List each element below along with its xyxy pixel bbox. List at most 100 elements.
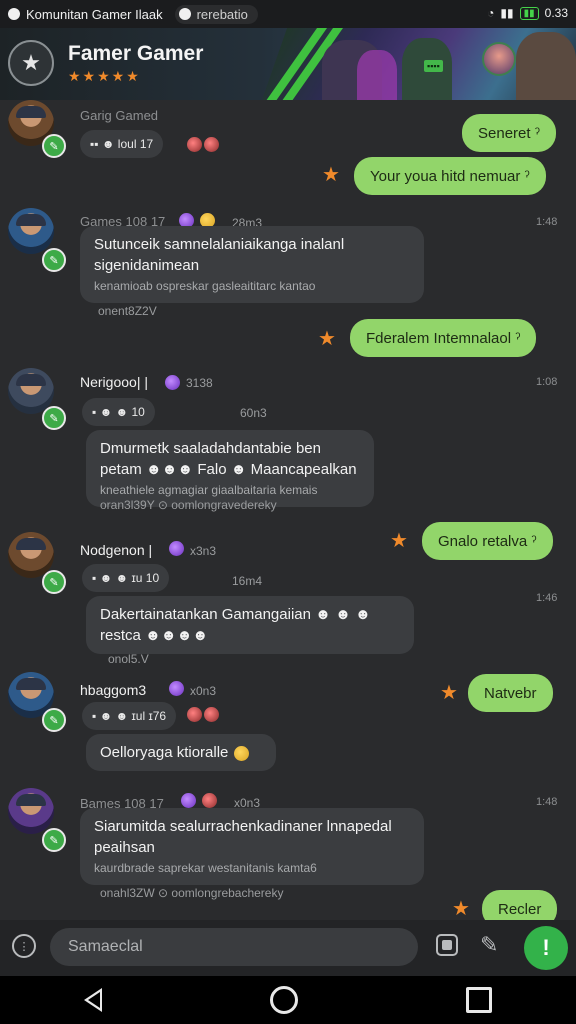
reaction-chip[interactable]: ▪ ☻ ☻ ɪu 10 — [82, 564, 170, 592]
reaction-emoji-icon — [204, 137, 219, 153]
message-input[interactable] — [50, 928, 418, 966]
reaction-emoji-icon — [187, 707, 202, 723]
notification-icon — [178, 8, 191, 20]
incoming-message[interactable]: Oelloryaga ktioralle — [86, 734, 276, 771]
pen-icon[interactable]: ✎ — [480, 932, 498, 958]
group-star-icon[interactable]: ★ — [8, 40, 54, 86]
message-composer: ⋮ ✎ ! — [0, 920, 576, 976]
reaction-emoji-icon — [233, 745, 249, 761]
incoming-message[interactable]: Siarumitda sealurrachenkadinaner lnnaped… — [80, 808, 424, 885]
chat-messages[interactable]: ✎ Garig Gamed ▪▪ ☻ loul 17 Seneret ˀ ★ Y… — [0, 100, 576, 928]
message-footer: oran3l39Y ⊙ oomlongravedereky — [100, 498, 277, 512]
banner-tag: ▪▪▪▪ — [424, 60, 443, 72]
chat-header: ★ Famer Gamer ★★★★★ ▪▪▪▪ — [0, 28, 576, 100]
status-pill-text: rerebatio — [196, 6, 248, 22]
reaction-emoji-icon — [204, 707, 219, 723]
online-badge-icon: ✎ — [42, 248, 66, 272]
message-text: Sutunceik samnelalaniaikanga inalanl sig… — [94, 236, 345, 274]
incoming-message[interactable]: Dakertainatankan Gamangaiian ☻ ☻ ☻ restc… — [86, 596, 414, 654]
header-banner: ▪▪▪▪ — [262, 28, 576, 100]
star-icon[interactable]: ★ — [390, 528, 408, 553]
online-badge-icon: ✎ — [42, 828, 66, 852]
reaction-emoji-icon — [181, 793, 196, 809]
message-footer: onent8Z2V — [98, 304, 157, 318]
message-subtext: kaurdbrade saprekar westanitanis kamta6 — [94, 861, 317, 875]
online-badge-icon: ✎ — [42, 406, 66, 430]
signal-icon: ▮▮ — [500, 6, 514, 20]
message-text: Dakertainatankan Gamangaiian ☻ ☻ ☻ restc… — [100, 606, 371, 644]
reaction-emoji-icon — [165, 375, 180, 391]
online-badge-icon: ✎ — [42, 570, 66, 594]
back-icon[interactable] — [84, 988, 102, 1012]
reaction-chip[interactable]: ▪ ☻ ☻ ɪul ɪ76 — [82, 702, 177, 730]
star-icon[interactable]: ★ — [318, 326, 336, 351]
message-footer: onahl3ZW ⊙ oomlongrebachereky — [100, 886, 284, 900]
incoming-message[interactable]: Sutunceik samnelalaniaikanga inalanl sig… — [80, 226, 424, 303]
status-bar: Komunitan Gamer Ilaak rerebatio ◔ ▮▮ ▮▮ … — [0, 0, 576, 28]
message-text: Your youa hitd nemuar ˀ — [370, 167, 530, 185]
sender-name: Nerigooo| | — [80, 374, 148, 390]
message-text: Recler — [498, 900, 542, 918]
reaction-text: ▪ ☻ ☻ ɪu 10 — [92, 571, 160, 585]
send-button[interactable]: ! — [524, 926, 568, 970]
location-icon — [8, 8, 20, 20]
battery-icon: ▮▮ — [519, 6, 539, 20]
sender-name: hbaggom3 — [80, 682, 147, 698]
wifi-icon: ◔ — [487, 6, 495, 20]
message-meta: 3138 — [186, 376, 213, 390]
sender-name: Nodgenon | — [80, 542, 153, 558]
status-pill: rerebatio — [174, 4, 258, 24]
message-subtext: kneathiele agmagiar giaalbaitaria kemais — [100, 483, 318, 497]
home-icon[interactable] — [270, 986, 298, 1014]
message-subtext: kenamioab ospreskar gasleaititarc kantao — [94, 279, 316, 293]
message-footer: onol5.V — [108, 652, 149, 666]
star-icon[interactable]: ★ — [452, 896, 470, 921]
timestamp: 1:48 — [536, 216, 558, 228]
status-time: 0.33 — [544, 6, 568, 20]
outgoing-message[interactable]: Natvebr — [468, 674, 553, 712]
timestamp: 1:46 — [536, 592, 558, 604]
avatar[interactable] — [8, 208, 54, 254]
message-text: Oelloryaga ktioralle — [100, 744, 229, 761]
message-text: Gnalo retalva ˀ — [438, 532, 537, 550]
reaction-emoji-icon — [169, 681, 184, 697]
attach-icon[interactable]: ⋮ — [12, 934, 36, 958]
reaction-text: ▪ ☻ ☻ ɪul ɪ76 — [92, 709, 167, 723]
group-title[interactable]: Famer Gamer — [68, 42, 203, 66]
reaction-text: ▪ ☻ ☻ 10 — [92, 405, 145, 419]
banner-avatar — [482, 42, 516, 76]
message-meta: x3n3 — [190, 544, 217, 558]
system-nav-bar — [0, 976, 576, 1024]
reaction-emoji-icon — [169, 541, 184, 557]
status-notification: Komunitan Gamer Ilaak — [26, 6, 163, 22]
online-badge-icon: ✎ — [42, 134, 66, 158]
reaction-meta: 60n3 — [240, 406, 267, 420]
reaction-text: ▪▪ ☻ loul 17 — [90, 137, 154, 151]
star-icon[interactable]: ★ — [322, 162, 340, 187]
incoming-message[interactable]: Dmurmetk saaladahdantabie ben petam ☻☻☻ … — [86, 430, 374, 507]
timestamp: 1:08 — [536, 376, 558, 388]
message-text: Fderalem Intemnalaol ˀ — [366, 329, 521, 347]
online-badge-icon: ✎ — [42, 708, 66, 732]
outgoing-message[interactable]: Your youa hitd nemuar ˀ — [354, 157, 546, 195]
recents-icon[interactable] — [466, 987, 492, 1013]
reaction-meta: 16m4 — [232, 574, 263, 588]
outgoing-message[interactable]: Fderalem Intemnalaol ˀ — [350, 319, 537, 357]
message-meta: x0n3 — [190, 684, 217, 698]
rating-stars: ★★★★★ — [68, 68, 141, 84]
message-text: Siarumitda sealurrachenkadinaner lnnaped… — [94, 818, 392, 856]
reaction-chip[interactable]: ▪ ☻ ☻ 10 — [82, 398, 155, 426]
sticker-icon[interactable] — [436, 934, 458, 956]
avatar[interactable] — [8, 788, 54, 834]
message-text: Dmurmetk saaladahdantabie ben petam ☻☻☻ … — [100, 440, 357, 478]
sender-name: Garig Gamed — [80, 108, 159, 123]
star-icon[interactable]: ★ — [440, 680, 458, 705]
reaction-emoji-icon — [202, 793, 218, 809]
outgoing-message[interactable]: Seneret ˀ — [462, 114, 556, 152]
message-text: Natvebr — [484, 684, 537, 702]
timestamp: 1:48 — [536, 796, 558, 808]
message-text: Seneret ˀ — [478, 124, 540, 142]
reaction-emoji-icon — [187, 137, 202, 153]
reaction-chip[interactable]: ▪▪ ☻ loul 17 — [80, 130, 164, 158]
outgoing-message[interactable]: Gnalo retalva ˀ — [422, 522, 553, 560]
